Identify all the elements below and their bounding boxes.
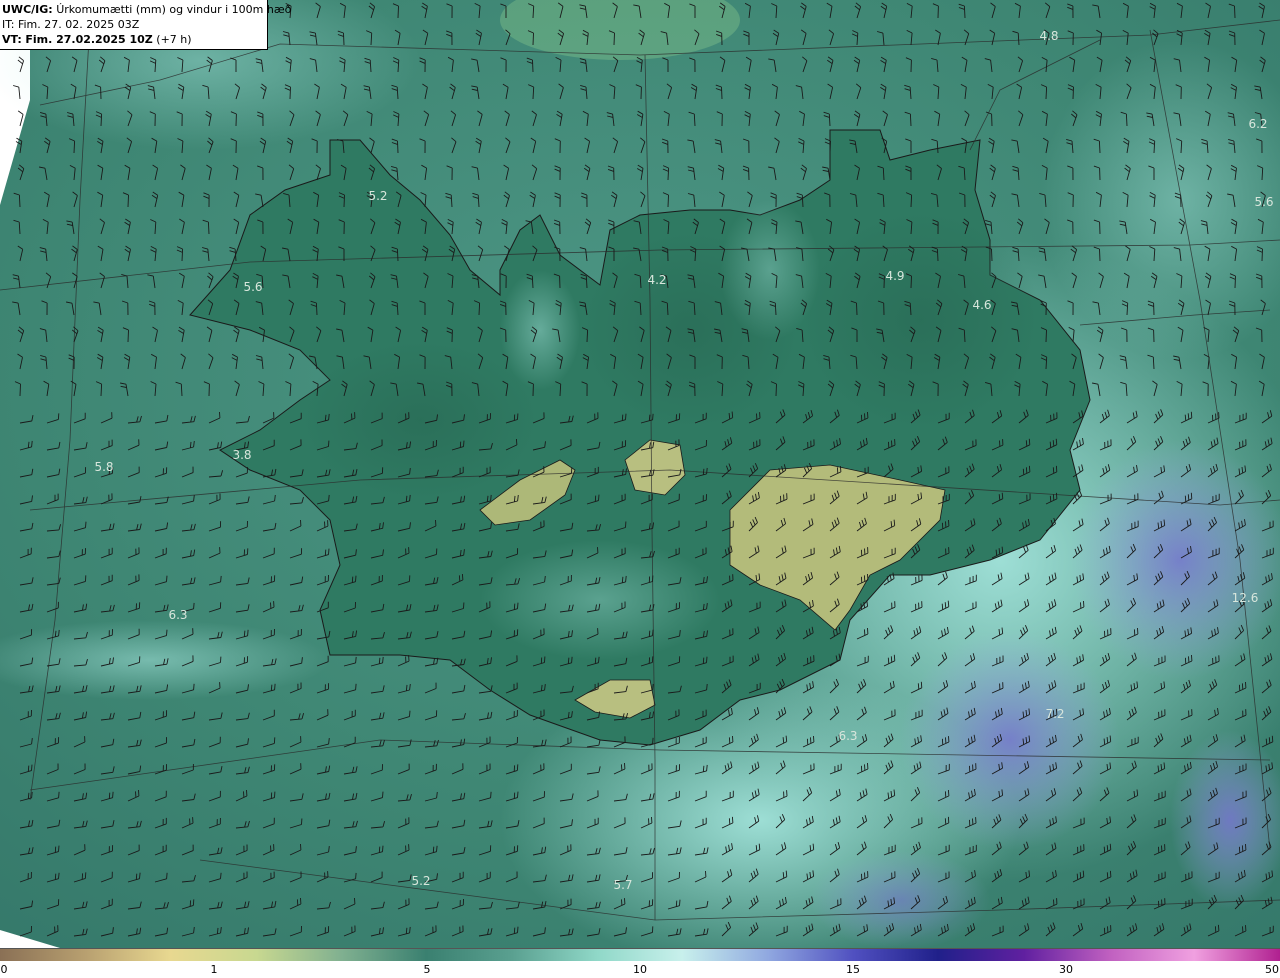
colorbar-tick: 1 <box>210 963 218 976</box>
colorbar-tick: 15 <box>846 963 860 976</box>
map-value-label: 4.6 <box>972 298 992 312</box>
map-title-line: UWC/IG: Úrkomumætti (mm) og vindur i 100… <box>2 2 291 17</box>
colorbar-tick: 30 <box>1059 963 1073 976</box>
init-prefix: IT: <box>2 18 15 31</box>
colorbar-strip <box>0 948 1280 961</box>
init-time: Fim. 27. 02. 2025 03Z <box>17 18 140 31</box>
map-value-label: 6.3 <box>168 608 188 622</box>
valid-time-line: VT: Fim. 27.02.2025 10Z (+7 h) <box>2 32 267 47</box>
map-value-label: 5.7 <box>613 878 633 892</box>
map-value-label: 6.3 <box>838 729 858 743</box>
colorbar-tick: 5 <box>423 963 431 976</box>
precipitation-map <box>0 0 1280 948</box>
map-value-label: 5.6 <box>243 280 263 294</box>
map-value-label: 4.2 <box>647 273 667 287</box>
map-value-label: 5.2 <box>411 874 431 888</box>
map-value-label: 3.8 <box>232 448 252 462</box>
colorbar-tick: 50 <box>1265 963 1279 976</box>
lead-time: (+7 h) <box>156 33 192 46</box>
map-value-label: 4.8 <box>1039 29 1059 43</box>
map-info-box: UWC/IG: Úrkomumætti (mm) og vindur i 100… <box>0 0 291 50</box>
valid-prefix: VT: <box>2 33 22 46</box>
init-time-line: IT: Fim. 27. 02. 2025 03Z <box>2 17 267 32</box>
valid-time: Fim. 27.02.2025 10Z <box>25 33 153 46</box>
map-value-label: 5.8 <box>94 460 114 474</box>
map-title: Úrkomumætti (mm) og vindur i 100m hæð <box>56 3 292 16</box>
map-value-label: 12.6 <box>1231 591 1259 605</box>
map-area[interactable]: 4.8 6.2 5.6 5.2 4.2 4.9 4.6 5.6 3.8 5.8 … <box>0 0 1280 948</box>
map-value-label: 5.6 <box>1254 195 1274 209</box>
colorbar-tick: 10 <box>633 963 647 976</box>
map-value-label: 6.2 <box>1248 117 1268 131</box>
map-value-label: 4.9 <box>885 269 905 283</box>
colorbar-legend: 0 1 5 10 15 30 50 <box>0 948 1280 978</box>
product-label: UWC/IG: <box>2 3 53 16</box>
colorbar-tick: 0 <box>0 963 8 976</box>
map-value-label: 7.2 <box>1045 707 1065 721</box>
map-value-label: 5.2 <box>368 189 388 203</box>
